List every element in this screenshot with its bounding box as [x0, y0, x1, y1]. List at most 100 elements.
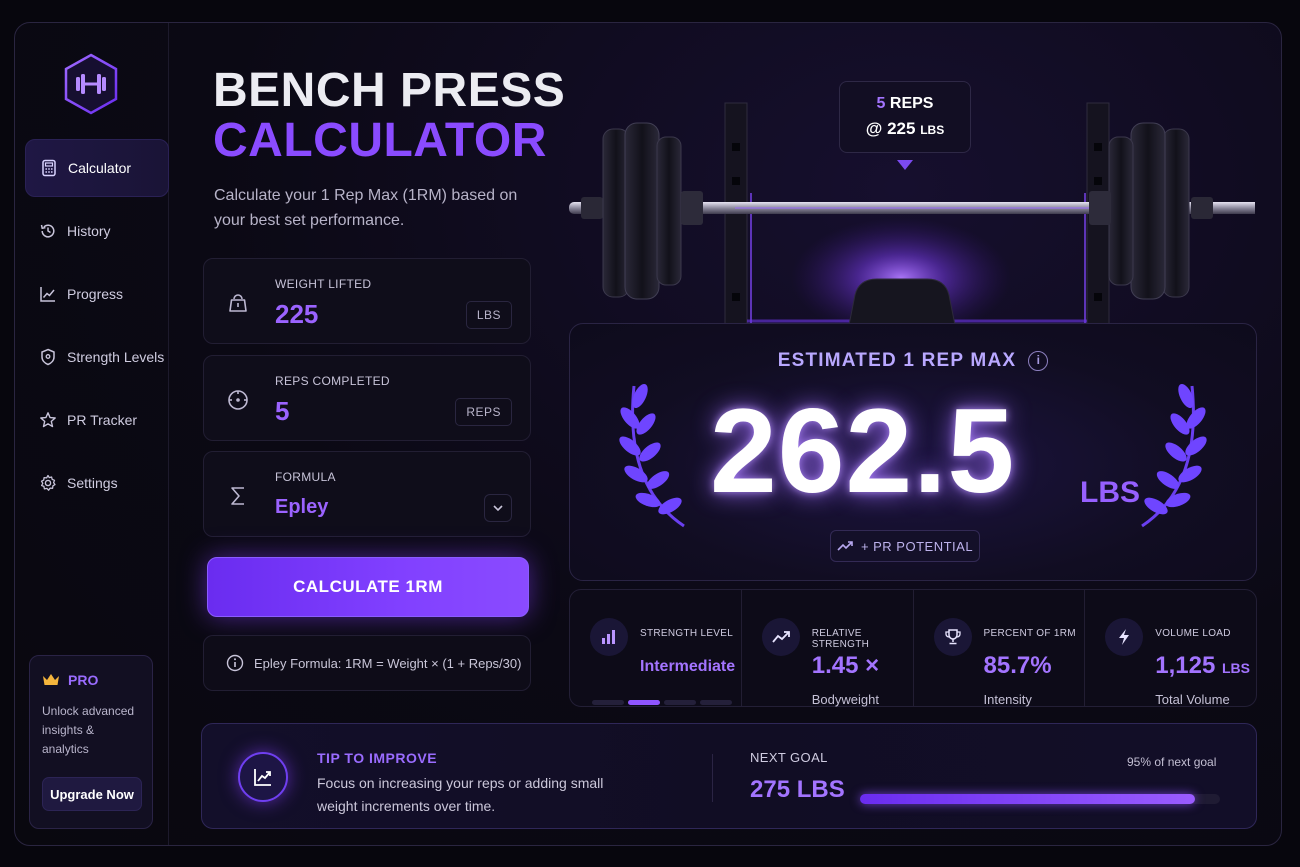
stat-sub: Total Volume: [1155, 692, 1230, 707]
stat-relative-strength: RELATIVE STRENGTH 1.45 × Bodyweight: [742, 590, 914, 707]
weight-unit-button[interactable]: LBS: [465, 301, 512, 329]
formula-field[interactable]: FORMULA Epley: [203, 451, 531, 537]
formula-label: FORMULA: [275, 470, 336, 484]
upgrade-now-button[interactable]: Upgrade Now: [42, 777, 142, 811]
sidebar-item-history[interactable]: History: [25, 202, 169, 260]
next-goal-percent: 95% of next goal: [1127, 755, 1217, 769]
page-title-line2: CALCULATOR: [213, 114, 547, 167]
pro-description: Unlock advanced insights & analytics: [42, 704, 135, 756]
trending-up-icon: [837, 541, 853, 551]
stat-value: 85.7%: [983, 652, 1052, 679]
tip-card: TIP TO IMPROVE Focus on increasing your …: [201, 723, 1257, 829]
sidebar-item-label: History: [67, 223, 111, 239]
trophy-icon: [933, 618, 972, 656]
sidebar-item-label: Settings: [67, 475, 118, 491]
volume-value: 1,125: [1155, 652, 1216, 679]
reps-count: 5: [876, 95, 886, 112]
level-segment: [664, 700, 696, 705]
stat-strength-level: STRENGTH LEVEL Intermediate: [570, 590, 742, 706]
pro-upsell-card: PRO Unlock advanced insights & analytics…: [29, 655, 153, 829]
tag-pointer: [897, 160, 913, 170]
laurel-left-icon: [619, 383, 685, 528]
pro-title: PRO: [68, 672, 99, 688]
reps-field[interactable]: REPS COMPLETED 5 REPS: [203, 355, 531, 441]
page-subtitle: Calculate your 1 Rep Max (1RM) based on …: [214, 187, 518, 229]
lightning-icon: [1105, 618, 1144, 656]
stat-value: 1.45 ×: [811, 652, 880, 679]
stat-percent-of-1rm: PERCENT OF 1RM 85.7% Intensity: [914, 590, 1086, 707]
sidebar-item-label: Progress: [67, 286, 124, 302]
level-segment: [628, 700, 660, 705]
at-weight-unit: LBS: [920, 123, 945, 137]
sidebar-item-label: Calculator: [68, 160, 132, 176]
reps-input[interactable]: 5: [275, 396, 289, 427]
chevron-down-icon[interactable]: [484, 494, 512, 522]
trend-chart-icon: [238, 752, 288, 802]
dumbbell-logo-icon: [63, 53, 119, 115]
bar-chart-icon: [590, 618, 628, 656]
next-goal-progress-bar: [860, 794, 1220, 804]
formula-select[interactable]: Epley: [275, 496, 328, 519]
page-title-line1: BENCH PRESS: [213, 64, 566, 117]
trending-up-icon: [761, 618, 800, 656]
stat-label: VOLUME LOAD: [1155, 628, 1231, 639]
sidebar-item-label: Strength Levels: [67, 349, 165, 365]
app-frame: Calculator History Progress Strength Lev…: [14, 22, 1282, 846]
stat-value: Intermediate: [640, 658, 736, 675]
one-rep-max-value: 262.5: [710, 384, 1016, 518]
gear-icon: [40, 474, 56, 491]
next-goal-label: NEXT GOAL: [750, 750, 828, 765]
strength-level-meter: [592, 700, 732, 705]
stat-sub: Intensity: [983, 692, 1032, 707]
level-segment: [592, 700, 624, 705]
weight-input[interactable]: 225: [275, 299, 318, 330]
one-rep-max-unit: LBS: [1080, 476, 1140, 509]
info-icon[interactable]: i: [1028, 351, 1049, 371]
timer-icon: [228, 390, 248, 410]
calculate-1rm-button[interactable]: CALCULATE 1RM: [207, 557, 529, 617]
sidebar-item-progress[interactable]: Progress: [25, 265, 169, 323]
sigma-icon: [231, 487, 244, 505]
stat-label: STRENGTH LEVEL: [640, 628, 734, 639]
sidebar-item-strength-levels[interactable]: Strength Levels: [25, 328, 169, 386]
sidebar-item-calculator[interactable]: Calculator: [25, 139, 169, 197]
reps-word: REPS: [889, 95, 934, 112]
result-label: ESTIMATED 1 REP MAX i: [570, 350, 1256, 372]
laurel-right-icon: [1141, 383, 1207, 528]
sidebar-item-label: PR Tracker: [67, 412, 138, 428]
reps-unit-button[interactable]: REPS: [455, 398, 512, 426]
sidebar: Calculator History Progress Strength Lev…: [15, 23, 169, 845]
stat-label: RELATIVE STRENGTH: [811, 628, 870, 650]
chart-icon: [40, 287, 55, 302]
sidebar-item-pr-tracker[interactable]: PR Tracker: [25, 391, 169, 449]
set-summary-tag: 5 REPS @ 225 LBS: [839, 81, 971, 153]
tip-text: Focus on increasing your reps or adding …: [317, 775, 604, 814]
next-goal-progress-fill: [860, 794, 1195, 804]
weight-label: WEIGHT LIFTED: [275, 277, 372, 291]
stats-row: STRENGTH LEVEL Intermediate RELATIVE STR…: [569, 589, 1257, 707]
volume-unit: LBS: [1221, 660, 1250, 676]
divider: [712, 754, 713, 802]
next-goal-value: 275 LBS: [750, 776, 845, 803]
at-weight: @ 225: [865, 119, 916, 138]
tip-title: TIP TO IMPROVE: [317, 750, 438, 766]
shield-icon: [41, 348, 55, 366]
calculator-icon: [42, 159, 56, 177]
stat-label: PERCENT OF 1RM: [983, 628, 1076, 639]
info-icon: [226, 654, 244, 672]
kettlebell-icon: [229, 294, 247, 312]
history-icon: [40, 224, 55, 238]
sidebar-item-settings[interactable]: Settings: [25, 454, 169, 512]
stat-sub: Bodyweight: [811, 692, 879, 707]
formula-note: Epley Formula: 1RM = Weight × (1 + Reps/…: [203, 635, 531, 691]
crown-icon: [43, 674, 59, 685]
star-icon: [40, 412, 56, 428]
result-label-text: ESTIMATED 1 REP MAX: [777, 350, 1017, 371]
reps-label: REPS COMPLETED: [275, 374, 390, 388]
sidebar-nav: Calculator History Progress Strength Lev…: [25, 139, 169, 517]
result-card: ESTIMATED 1 REP MAX i 262.5 LBS + PR POTE…: [569, 323, 1257, 581]
weight-field[interactable]: WEIGHT LIFTED 225 LBS: [203, 258, 531, 344]
stat-value: 1,125 LBS: [1155, 652, 1250, 680]
formula-note-text: Epley Formula: 1RM = Weight × (1 + Reps/…: [254, 655, 522, 671]
level-segment: [700, 700, 732, 705]
